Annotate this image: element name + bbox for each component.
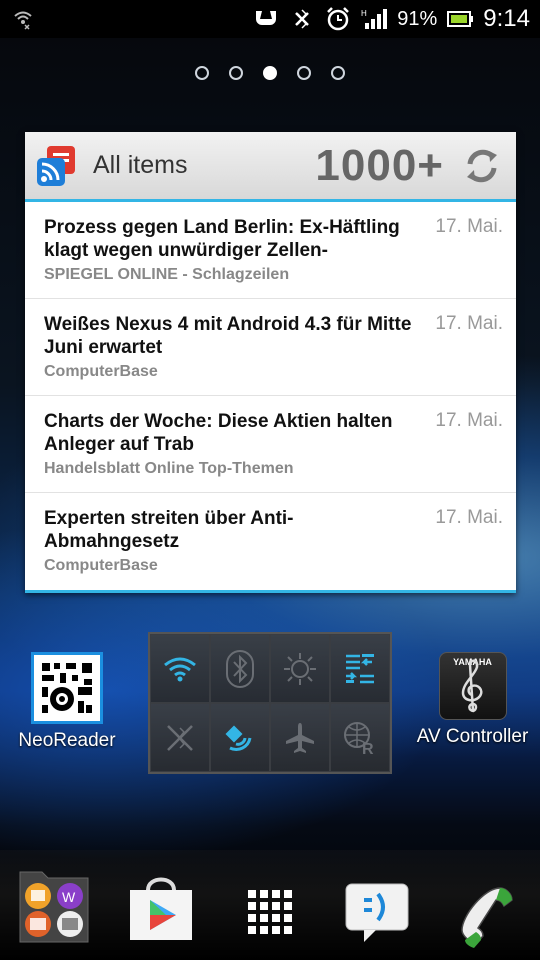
bluetooth-off-icon bbox=[289, 6, 315, 32]
signal-icon: H bbox=[361, 6, 388, 32]
unread-count: 1000+ bbox=[315, 140, 444, 190]
app-drawer-icon[interactable] bbox=[248, 890, 292, 938]
airplane-icon bbox=[286, 722, 314, 753]
battery-icon bbox=[447, 6, 474, 32]
refresh-icon[interactable] bbox=[458, 142, 506, 190]
qr-code-icon bbox=[31, 652, 103, 724]
sync-settings-icon bbox=[346, 653, 374, 683]
yamaha-app-icon: YAMAHA bbox=[438, 652, 507, 720]
news-item-title: Experten streiten über Anti-Abmahngesetz bbox=[44, 508, 294, 552]
app-neoreader[interactable]: NeoReader bbox=[0, 652, 134, 752]
widget-title: All items bbox=[93, 151, 188, 179]
page-dot[interactable] bbox=[297, 66, 311, 80]
nfc-toggle[interactable] bbox=[150, 703, 210, 772]
page-dot[interactable] bbox=[331, 66, 345, 80]
wifi-icon bbox=[164, 657, 196, 681]
usb-icon bbox=[253, 6, 279, 32]
page-dot-active[interactable] bbox=[263, 66, 277, 80]
svg-text:W: W bbox=[62, 889, 76, 905]
brightness-icon bbox=[284, 652, 316, 685]
gps-icon bbox=[225, 725, 252, 751]
news-list: Prozess gegen Land Berlin: Ex-Häftling k… bbox=[25, 202, 516, 590]
app-label: AV Controller bbox=[416, 726, 529, 747]
wifi-toggle[interactable] bbox=[150, 634, 210, 703]
svg-text:H: H bbox=[361, 9, 367, 18]
widget-header[interactable]: All items 1000+ bbox=[25, 132, 516, 202]
page-dot[interactable] bbox=[229, 66, 243, 80]
play-store-icon[interactable] bbox=[126, 874, 196, 948]
phone-icon[interactable] bbox=[456, 884, 516, 954]
news-reader-widget: All items 1000+ Prozess gegen Land Berli… bbox=[25, 132, 516, 593]
bluetooth-icon bbox=[226, 649, 254, 688]
widget-bottom-accent bbox=[25, 590, 516, 593]
news-item-source: SPIEGEL ONLINE - Schlagzeilen bbox=[44, 266, 290, 283]
nfc-off-icon bbox=[167, 724, 193, 751]
news-item-date: 17. Mai. bbox=[435, 410, 503, 431]
wifi-icon bbox=[10, 6, 36, 32]
news-item[interactable]: Experten streiten über Anti-Abmahngesetz… bbox=[25, 493, 516, 590]
alarm-icon bbox=[325, 6, 351, 32]
brightness-toggle[interactable] bbox=[270, 634, 330, 703]
clock: 9:14 bbox=[483, 5, 530, 32]
svg-text:R: R bbox=[362, 741, 374, 756]
battery-percent: 91% bbox=[397, 7, 438, 30]
news-item[interactable]: Weißes Nexus 4 mit Android 4.3 für Mitte… bbox=[25, 299, 516, 396]
news-item[interactable]: Prozess gegen Land Berlin: Ex-Häftling k… bbox=[25, 202, 516, 299]
folder-icon[interactable]: W bbox=[18, 864, 90, 948]
news-item-source: Handelsblatt Online Top-Themen bbox=[44, 460, 294, 477]
status-bar[interactable]: H 91% 9:14 bbox=[0, 0, 540, 38]
airplane-mode-toggle[interactable] bbox=[270, 703, 330, 772]
news-item-source: ComputerBase bbox=[44, 557, 158, 574]
news-item-date: 17. Mai. bbox=[435, 313, 503, 334]
news-item[interactable]: Charts der Woche: Diese Aktien halten An… bbox=[25, 396, 516, 493]
bluetooth-toggle[interactable] bbox=[210, 634, 270, 703]
dock: W bbox=[0, 850, 540, 960]
sync-settings-toggle[interactable] bbox=[330, 634, 390, 703]
news-item-title: Prozess gegen Land Berlin: Ex-Häftling k… bbox=[44, 217, 400, 261]
news-item-title: Charts der Woche: Diese Aktien halten An… bbox=[44, 411, 393, 455]
messaging-icon[interactable] bbox=[342, 880, 412, 950]
home-page-indicator bbox=[0, 66, 540, 80]
roaming-icon: R bbox=[344, 721, 374, 756]
page-dot[interactable] bbox=[195, 66, 209, 80]
roaming-toggle[interactable]: R bbox=[330, 703, 390, 772]
news-item-source: ComputerBase bbox=[44, 363, 158, 380]
quick-settings-widget: R bbox=[148, 632, 392, 774]
app-label: NeoReader bbox=[18, 730, 116, 751]
treble-clef-icon bbox=[461, 659, 483, 713]
app-av-controller[interactable]: YAMAHA AV Controller bbox=[405, 652, 540, 748]
gps-toggle[interactable] bbox=[210, 703, 270, 772]
news-item-title: Weißes Nexus 4 mit Android 4.3 für Mitte… bbox=[44, 314, 412, 358]
news-item-date: 17. Mai. bbox=[435, 507, 503, 528]
rss-reader-icon[interactable] bbox=[35, 144, 79, 188]
news-item-date: 17. Mai. bbox=[435, 216, 503, 237]
